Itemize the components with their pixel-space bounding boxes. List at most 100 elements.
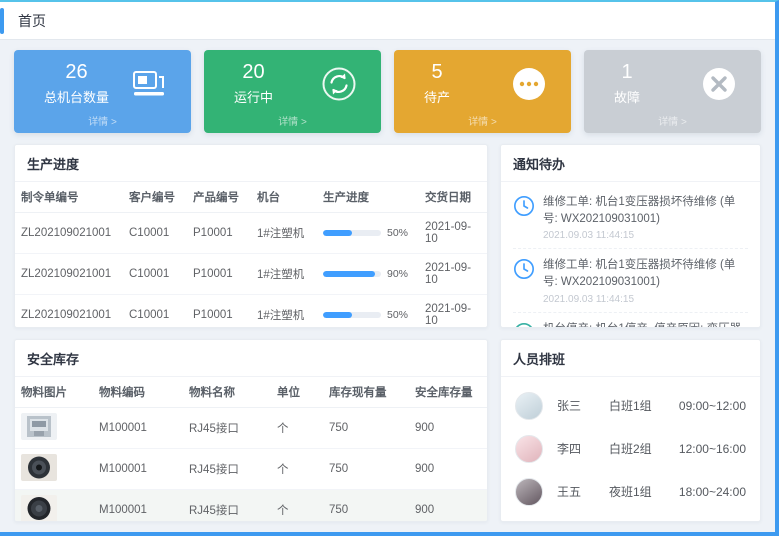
progress-fill xyxy=(323,312,352,318)
cell-unit: 个 xyxy=(271,489,323,522)
cell-code: M100001 xyxy=(93,489,183,522)
main-content: 26 总机台数量 详情 > xyxy=(0,40,775,532)
page-title-tab[interactable]: 首页 xyxy=(18,11,46,31)
safety-stock-panel: 安全库存 物料图片 物料编码 物料名称 单位 库存现有量 安全库存量 xyxy=(14,339,488,523)
stat-value: 5 xyxy=(424,61,450,83)
table-header-row: 物料图片 物料编码 物料名称 单位 库存现有量 安全库存量 xyxy=(15,377,488,408)
cell-progress: 50% xyxy=(317,295,419,328)
cell-customer: C10001 xyxy=(123,254,187,295)
stat-cards-row: 26 总机台数量 详情 > xyxy=(14,50,761,133)
stat-card-waiting[interactable]: 5 待产 详情 > xyxy=(394,50,571,133)
detail-link[interactable]: 详情 > xyxy=(584,113,761,128)
avatar xyxy=(515,478,543,506)
progress-fill xyxy=(323,230,352,236)
staff-name: 李四 xyxy=(557,440,609,457)
staff-list: 张三 白班1组 09:00~12:00 李四 白班2组 12:00~16:00 … xyxy=(501,377,760,522)
cell-name: RJ45接口 xyxy=(183,407,271,448)
cell-safety: 900 xyxy=(409,407,488,448)
stat-card-fault[interactable]: 1 故障 详情 > xyxy=(584,50,761,133)
panel-title: 安全库存 xyxy=(15,340,487,377)
table-row: ZL202109021001 C10001 P10001 1#注塑机 50% 2… xyxy=(15,295,488,328)
cell-progress: 90% xyxy=(317,254,419,295)
staff-name: 张三 xyxy=(557,397,609,414)
running-icon xyxy=(321,66,357,102)
table-row: ZL202109021001 C10001 P10001 1#注塑机 90% 2… xyxy=(15,254,488,295)
cell-order: ZL202109021001 xyxy=(15,213,123,254)
stat-value: 1 xyxy=(614,61,640,83)
cell-machine: 1#注塑机 xyxy=(251,254,317,295)
detail-link[interactable]: 详情 > xyxy=(14,113,191,128)
staff-row: 李四 白班2组 12:00~16:00 xyxy=(515,435,746,463)
staff-row: 张三 白班1组 09:00~12:00 xyxy=(515,392,746,420)
cell-progress: 50% xyxy=(317,213,419,254)
cell-product: P10001 xyxy=(187,295,251,328)
col-header-progress: 生产进度 xyxy=(317,182,419,213)
cell-safety: 900 xyxy=(409,489,488,522)
cell-machine: 1#注塑机 xyxy=(251,295,317,328)
cell-unit: 个 xyxy=(271,448,323,489)
col-header-customer: 客户编号 xyxy=(123,182,187,213)
notification-item[interactable]: 维修工单: 机台1变压器损坏待维修 (单号: WX202109031001) 2… xyxy=(513,186,748,249)
staff-shift: 白班2组 xyxy=(609,440,675,457)
stat-card-running[interactable]: 20 运行中 详情 > xyxy=(204,50,381,133)
staff-shift: 白班1组 xyxy=(609,397,675,414)
cell-code: M100001 xyxy=(93,407,183,448)
material-image-speaker xyxy=(21,495,57,522)
stat-value: 20 xyxy=(234,61,273,83)
cell-unit: 个 xyxy=(271,407,323,448)
stat-label: 运行中 xyxy=(234,87,273,106)
stat-card-total-machines[interactable]: 26 总机台数量 详情 > xyxy=(14,50,191,133)
detail-link[interactable]: 详情 > xyxy=(204,113,381,128)
notifications-panel: 通知待办 维修工单: 机台1变压器损坏待维修 (单号: WX2021090310… xyxy=(500,144,761,328)
inventory-table: 物料图片 物料编码 物料名称 单位 库存现有量 安全库存量 xyxy=(15,377,488,523)
panels-row-bottom: 安全库存 物料图片 物料编码 物料名称 单位 库存现有量 安全库存量 xyxy=(14,339,761,523)
cell-order: ZL202109021001 xyxy=(15,254,123,295)
col-header-code: 物料编码 xyxy=(93,377,183,408)
staff-schedule-panel: 人员排班 张三 白班1组 09:00~12:00 李四 白班2组 12:00~1… xyxy=(500,339,761,523)
stat-card-info: 5 待产 xyxy=(424,61,450,106)
col-header-stock: 库存现有量 xyxy=(323,377,409,408)
stat-card-info: 1 故障 xyxy=(614,61,640,106)
notification-list: 维修工单: 机台1变压器损坏待维修 (单号: WX202109031001) 2… xyxy=(501,182,760,327)
table-row: ZL202109021001 C10001 P10001 1#注塑机 50% 2… xyxy=(15,213,488,254)
page-header: 首页 xyxy=(0,2,775,40)
waiting-icon xyxy=(511,66,547,102)
cell-product: P10001 xyxy=(187,213,251,254)
progress-bar: 50% xyxy=(323,309,413,321)
stat-card-body: 1 故障 xyxy=(584,61,761,106)
fault-icon xyxy=(701,66,737,102)
notification-item[interactable]: 机台停产: 机台1停产, 停产原因: 变压器损坏 2021.09.03 11:4… xyxy=(513,313,748,327)
staff-name: 王五 xyxy=(557,483,609,500)
staff-time: 09:00~12:00 xyxy=(679,399,746,413)
material-image-speaker xyxy=(21,454,57,481)
panels-row-top: 生产进度 制令单编号 客户编号 产品编号 机台 生产进度 交货日期 xyxy=(14,144,761,328)
clock-icon xyxy=(513,258,535,280)
cell-machine: 1#注塑机 xyxy=(251,213,317,254)
col-header-date: 交货日期 xyxy=(419,182,488,213)
stat-card-body: 20 运行中 xyxy=(204,61,381,106)
notification-time: 2021.09.03 11:44:15 xyxy=(543,230,748,241)
notification-item[interactable]: 维修工单: 机台1变压器损坏待维修 (单号: WX202109031001) 2… xyxy=(513,249,748,312)
col-header-safety: 安全库存量 xyxy=(409,377,488,408)
material-image-rj45 xyxy=(21,413,57,440)
production-table: 制令单编号 客户编号 产品编号 机台 生产进度 交货日期 ZL202109021… xyxy=(15,182,488,328)
stat-label: 总机台数量 xyxy=(44,87,109,106)
cell-safety: 900 xyxy=(409,448,488,489)
dashboard-page: 首页 26 总机台数量 xyxy=(0,0,779,536)
cell-order: ZL202109021001 xyxy=(15,295,123,328)
avatar xyxy=(515,392,543,420)
detail-link[interactable]: 详情 > xyxy=(394,113,571,128)
col-header-name: 物料名称 xyxy=(183,377,271,408)
table-header-row: 制令单编号 客户编号 产品编号 机台 生产进度 交货日期 xyxy=(15,182,488,213)
avatar xyxy=(515,435,543,463)
table-row: M100001 RJ45接口 个 750 900 xyxy=(15,407,488,448)
cell-stock: 750 xyxy=(323,407,409,448)
stat-label: 待产 xyxy=(424,87,450,106)
progress-bar: 50% xyxy=(323,227,413,239)
cell-date: 2021-09-10 xyxy=(419,295,488,328)
cell-name: RJ45接口 xyxy=(183,448,271,489)
staff-shift: 夜班1组 xyxy=(609,483,675,500)
stat-value: 26 xyxy=(44,61,109,83)
table-row: M100001 RJ45接口 个 750 900 xyxy=(15,448,488,489)
cell-stock: 750 xyxy=(323,448,409,489)
